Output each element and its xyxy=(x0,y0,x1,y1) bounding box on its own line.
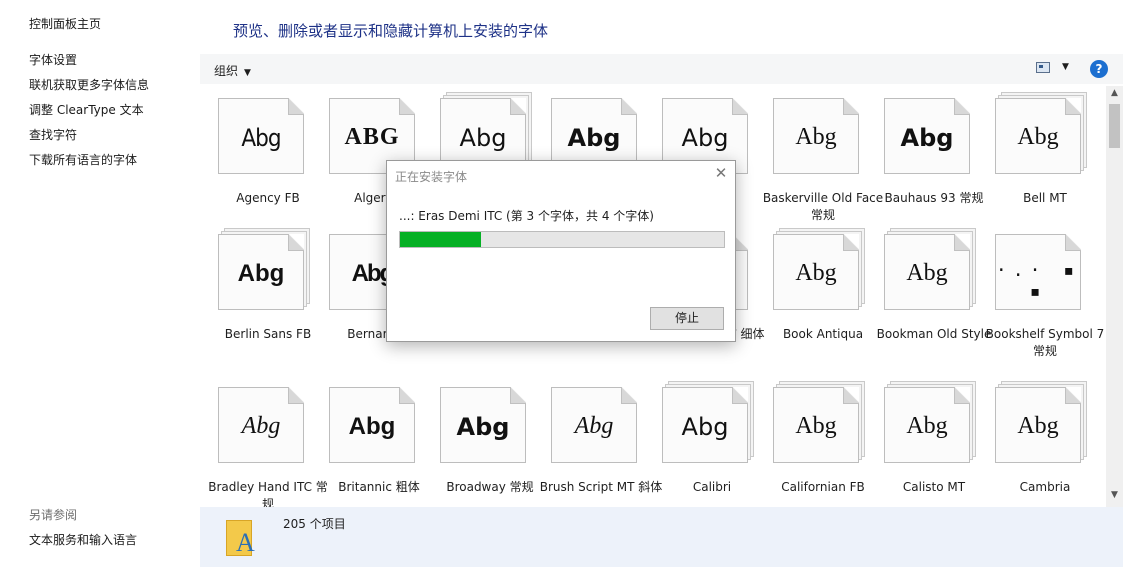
font-sample-text: Abg xyxy=(1017,413,1059,439)
vertical-scrollbar[interactable]: ▲ ▼ xyxy=(1106,86,1123,507)
font-tile[interactable]: Abg Book Antiqua xyxy=(755,222,866,352)
font-sample-text: Abg xyxy=(237,260,285,287)
font-tile[interactable]: Abg Broadway 常规 xyxy=(422,375,534,505)
font-tile[interactable]: Abg Bauhaus 93 常规 xyxy=(866,86,983,216)
nav-cleartype-link[interactable]: 调整 ClearType 文本 xyxy=(29,101,144,118)
font-file-icon: Abg xyxy=(218,98,312,178)
change-view-icon[interactable] xyxy=(1036,62,1050,73)
nav-online-font-info-link[interactable]: 联机获取更多字体信息 xyxy=(29,76,149,93)
font-tile[interactable]: Abg Cambria xyxy=(977,375,1088,505)
scroll-down-icon[interactable]: ▼ xyxy=(1106,490,1123,504)
font-sample-text: Abg xyxy=(459,124,507,152)
font-sample-text: Abg xyxy=(795,260,837,286)
font-tile[interactable]: Abg Brush Script MT 斜体 xyxy=(533,375,662,505)
scroll-up-icon[interactable]: ▲ xyxy=(1106,88,1123,102)
scrollbar-thumb[interactable] xyxy=(1109,104,1120,148)
font-sample-text: Abg xyxy=(681,124,729,152)
nav-text-services-link[interactable]: 文本服务和输入语言 xyxy=(29,531,137,548)
font-file-icon: Abg xyxy=(773,98,867,178)
font-sample-text: Abg xyxy=(348,413,396,440)
font-name-label: Bookshelf Symbol 7 常规 xyxy=(985,327,1105,358)
see-also-heading: 另请参阅 xyxy=(29,508,78,522)
fonts-control-panel-window: 控制面板主页 字体设置 联机获取更多字体信息 调整 ClearType 文本 查… xyxy=(0,0,1123,567)
font-file-icon: ·.· ▪ ▪ xyxy=(995,234,1089,314)
font-tile[interactable]: Abg Britannic 粗体 xyxy=(311,375,422,505)
font-sample-text: Abg xyxy=(795,413,837,439)
font-sample-text: ABG xyxy=(344,124,400,150)
font-sample-text: Abg xyxy=(241,124,281,152)
nav-font-settings-link[interactable]: 字体设置 xyxy=(29,51,77,68)
organize-label: 组织 xyxy=(214,64,239,78)
nav-download-all-fonts-link[interactable]: 下载所有语言的字体 xyxy=(29,151,137,168)
font-sample-text: Abg xyxy=(906,413,948,439)
chevron-down-icon: ▼ xyxy=(244,68,251,78)
font-sample-text: Abg xyxy=(1017,124,1059,150)
font-tile[interactable]: Abg Bradley Hand ITC 常规 xyxy=(200,375,328,507)
status-bar: A 205 个项目 xyxy=(200,507,1123,567)
font-sample-text: Abg xyxy=(456,413,510,441)
font-file-icon: Abg xyxy=(884,381,978,467)
view-options-chevron-down-icon[interactable]: ▼ xyxy=(1062,62,1069,72)
toolbar: 组织 ▼ ▼ ? xyxy=(200,54,1123,84)
install-progress-message: ...: Eras Demi ITC (第 3 个字体，共 4 个字体) xyxy=(399,209,654,223)
font-file-icon: Abg xyxy=(995,92,1089,178)
organize-menu-button[interactable]: 组织 ▼ xyxy=(214,62,251,79)
font-sample-text: Abg xyxy=(681,413,729,441)
dialog-title: 正在安装字体 xyxy=(395,170,468,184)
font-sample-text: Abg xyxy=(241,413,281,439)
progress-fill xyxy=(400,232,481,247)
font-file-icon: Abg xyxy=(662,381,756,467)
font-sample-text: Abg xyxy=(795,124,837,150)
font-tile[interactable]: Abg Californian FB xyxy=(755,375,866,505)
nav-home-link[interactable]: 控制面板主页 xyxy=(29,15,101,32)
font-name-label: Cambria xyxy=(1019,480,1071,494)
font-file-icon: Abg xyxy=(995,381,1089,467)
left-navigation: 控制面板主页 字体设置 联机获取更多字体信息 调整 ClearType 文本 查… xyxy=(0,0,200,567)
font-file-icon: Abg xyxy=(773,381,867,467)
font-file-icon: Abg xyxy=(551,387,645,467)
fonts-folder-icon: A xyxy=(226,516,266,560)
font-tile[interactable]: Abg Baskerville Old Face 常规 xyxy=(755,86,883,222)
page-title: 预览、删除或者显示和隐藏计算机上安装的字体 xyxy=(233,22,549,40)
font-tile[interactable]: Abg Calisto MT xyxy=(866,375,977,505)
font-tile[interactable]: Abg Agency FB xyxy=(200,86,311,216)
font-tile[interactable]: Abg Bookman Old Style xyxy=(866,222,991,352)
item-count: 205 个项目 xyxy=(283,517,346,531)
font-file-icon: Abg xyxy=(884,98,978,178)
font-tile[interactable]: ·.· ▪ ▪ Bookshelf Symbol 7 常规 xyxy=(977,222,1104,358)
font-file-icon: Abg xyxy=(218,387,312,467)
install-progress-bar xyxy=(399,231,725,248)
font-file-icon: Abg xyxy=(218,228,312,314)
font-tile[interactable]: Abg Bell MT xyxy=(977,86,1088,216)
font-sample-text: Abg xyxy=(567,124,621,152)
font-name-label: Bell MT xyxy=(1023,191,1067,205)
installing-fonts-dialog: 正在安装字体 ✕ ...: Eras Demi ITC (第 3 个字体，共 4… xyxy=(386,160,736,342)
stop-button[interactable]: 停止 xyxy=(650,307,724,330)
nav-find-character-link[interactable]: 查找字符 xyxy=(29,126,77,143)
help-icon[interactable]: ? xyxy=(1090,60,1108,78)
font-sample-text: Abg xyxy=(900,124,954,152)
font-file-icon: Abg xyxy=(440,387,534,467)
font-tile[interactable]: Abg Berlin Sans FB xyxy=(200,222,311,352)
font-file-icon: Abg xyxy=(329,387,423,467)
font-file-icon: Abg xyxy=(773,228,867,314)
close-icon[interactable]: ✕ xyxy=(711,164,731,184)
font-tile[interactable]: Abg Calibri xyxy=(644,375,755,505)
font-sample-text: Abg xyxy=(906,260,948,286)
font-file-icon: Abg xyxy=(884,228,978,314)
font-sample-text: Abg xyxy=(574,413,614,439)
font-sample-text: ·.· ▪ ▪ xyxy=(995,260,1081,302)
